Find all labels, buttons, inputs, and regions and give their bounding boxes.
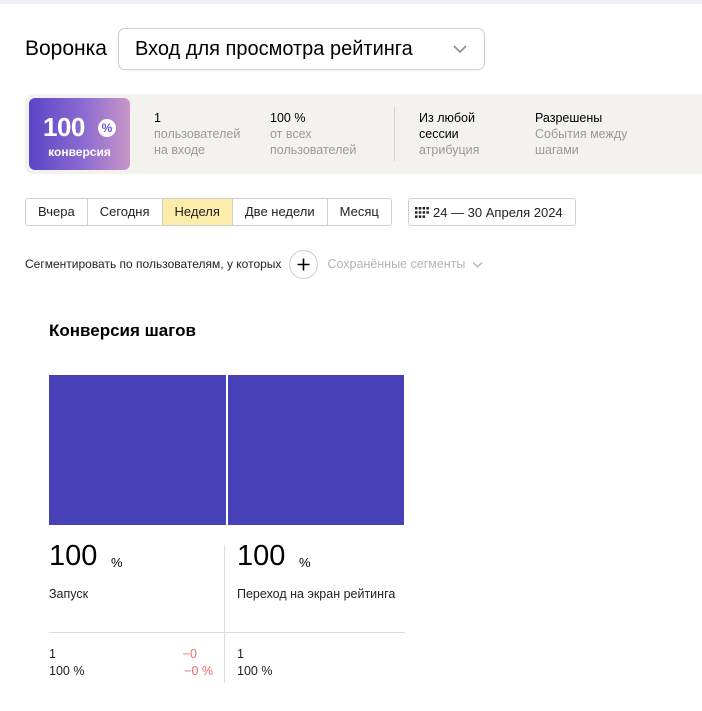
add-segment-button[interactable] xyxy=(289,249,319,279)
steps-chart xyxy=(49,375,404,525)
stat-line: пользователей xyxy=(154,127,241,141)
stat-value: 1 xyxy=(154,111,161,125)
stat-line: на входе xyxy=(154,143,206,157)
step-delta-percent: −0 % xyxy=(184,664,213,678)
stat-users-entry: 1 пользователей на входе xyxy=(154,110,240,158)
saved-segments-label: Сохранённые сегменты xyxy=(327,257,466,271)
step-users-percent: 100 % xyxy=(49,664,85,678)
period-yesterday[interactable]: Вчера xyxy=(26,199,88,225)
date-range-button[interactable]: 24 — 30 Апреля 2024 xyxy=(408,198,576,226)
step-percent: 100 xyxy=(237,540,286,572)
stat-events-between[interactable]: Разрешены События между шагами xyxy=(535,110,627,158)
funnel-bar[interactable] xyxy=(49,375,226,525)
stat-value: Из любой xyxy=(419,111,475,125)
step-percent: 100 xyxy=(49,540,98,572)
period-selector: Вчера Сегодня Неделя Две недели Месяц xyxy=(25,198,392,226)
stat-line: События между xyxy=(535,127,628,141)
date-range-text: 24 — 30 Апреля 2024 xyxy=(433,204,563,220)
segment-row: Сегментировать по пользователям, у котор… xyxy=(25,249,545,279)
segment-label: Сегментировать по пользователям, у котор… xyxy=(25,257,282,271)
period-two-weeks[interactable]: Две недели xyxy=(232,199,328,225)
top-strip xyxy=(0,0,702,4)
step-delta-users: −0 xyxy=(182,647,197,661)
funnel-select[interactable]: Вход для просмотра рейтинга xyxy=(117,28,485,70)
step-metrics-divider xyxy=(49,632,405,633)
stat-users-share: 100 % от всех пользователей xyxy=(270,110,356,158)
step-percent-sign: % xyxy=(111,555,123,570)
summary-divider xyxy=(394,107,395,161)
step-users: 1 xyxy=(49,647,56,661)
step-users-percent: 100 % xyxy=(237,664,273,678)
steps-title: Конверсия шагов xyxy=(49,321,196,340)
period-week[interactable]: Неделя xyxy=(162,199,233,225)
chevron-down-icon xyxy=(472,261,483,268)
stat-value: Разрешены xyxy=(535,111,603,125)
stat-line: шагами xyxy=(535,143,579,157)
step-name: Переход на экран рейтинга xyxy=(237,587,396,601)
chevron-down-icon xyxy=(453,45,467,54)
funnel-select-value: Вход для просмотра рейтинга xyxy=(134,37,413,60)
calendar-icon xyxy=(415,206,429,218)
stat-line: от всех xyxy=(270,127,312,141)
stat-attribution[interactable]: Из любой сессии атрибуция xyxy=(419,110,479,158)
stat-line: атрибуция xyxy=(419,143,480,157)
step-users: 1 xyxy=(237,647,244,661)
period-today[interactable]: Сегодня xyxy=(87,199,163,225)
funnel-label: Воронка xyxy=(25,37,107,60)
funnel-bar[interactable] xyxy=(227,375,404,525)
conversion-value: 100 xyxy=(43,112,85,142)
stat-line: сессии xyxy=(419,127,459,141)
stat-value: 100 % xyxy=(270,111,306,125)
conversion-label: конверсия xyxy=(48,145,111,159)
funnel-summary: 100 % конверсия 1 пользователей на входе… xyxy=(25,94,702,174)
conversion-badge: 100 % конверсия xyxy=(29,98,130,170)
step-percent-sign: % xyxy=(299,555,311,570)
step-divider xyxy=(224,545,225,683)
period-month[interactable]: Месяц xyxy=(327,199,391,225)
saved-segments-dropdown[interactable]: Сохранённые сегменты xyxy=(327,257,483,271)
conversion-percent-sign: % xyxy=(98,119,116,137)
stat-line: пользователей xyxy=(270,143,357,157)
funnel-header: Воронка Вход для просмотра рейтинга xyxy=(25,28,485,70)
plus-icon xyxy=(297,258,310,270)
step-name: Запуск xyxy=(49,587,89,601)
